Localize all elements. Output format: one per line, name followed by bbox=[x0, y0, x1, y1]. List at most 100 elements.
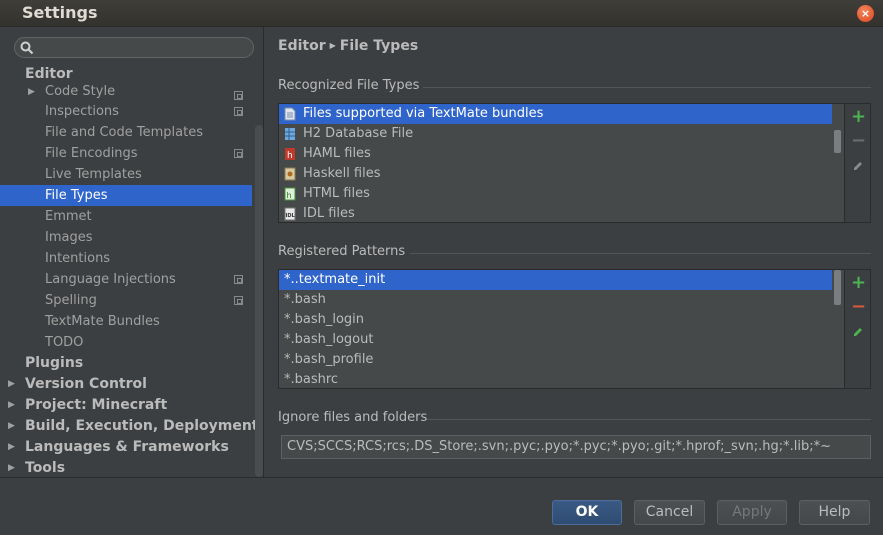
file-types-panel: Editor ▶ File Types Recognized File Types … bbox=[265, 27, 883, 477]
sidebar-item-label: Live Templates bbox=[45, 167, 142, 182]
expand-arrow-icon[interactable]: ▶ bbox=[8, 458, 15, 479]
svg-text:IDL: IDL bbox=[286, 213, 296, 219]
list-item[interactable]: IDL IDL files bbox=[279, 204, 832, 222]
edit-file-type-icon[interactable] bbox=[851, 159, 865, 173]
svg-text:h: h bbox=[287, 191, 292, 200]
sidebar-item-file-encodings[interactable]: File Encodings bbox=[0, 143, 252, 164]
expand-arrow-icon[interactable]: ▶ bbox=[28, 85, 35, 99]
expand-arrow-icon[interactable]: ▶ bbox=[8, 374, 15, 395]
sidebar-item-label: File Encodings bbox=[45, 146, 138, 161]
project-scope-icon bbox=[234, 149, 243, 158]
sidebar-item-build-execution-deployment[interactable]: ▶ Build, Execution, Deployment bbox=[0, 416, 259, 437]
cancel-button[interactable]: Cancel bbox=[634, 500, 705, 525]
expand-arrow-icon[interactable]: ▶ bbox=[8, 395, 15, 416]
sidebar-item-label: Project: Minecraft bbox=[25, 397, 168, 413]
sidebar-item-label: TODO bbox=[45, 335, 84, 350]
sidebar-item-textmate-bundles[interactable]: TextMate Bundles bbox=[0, 311, 252, 332]
sidebar-item-file-and-code-templates[interactable]: File and Code Templates bbox=[0, 122, 252, 143]
help-button[interactable]: Help bbox=[799, 500, 870, 525]
sidebar-item-inspections[interactable]: Inspections bbox=[0, 101, 252, 122]
sidebar-item-intentions[interactable]: Intentions bbox=[0, 248, 252, 269]
sidebar-item-label: Code Style bbox=[45, 84, 116, 99]
project-scope-icon bbox=[234, 107, 243, 116]
breadcrumb-current: File Types bbox=[339, 38, 419, 54]
expand-arrow-icon[interactable]: ▶ bbox=[8, 437, 15, 458]
file-type-label: HTML files bbox=[303, 186, 370, 201]
breadcrumb-arrow-icon: ▶ bbox=[329, 41, 336, 50]
sidebar-item-live-templates[interactable]: Live Templates bbox=[0, 164, 252, 185]
sidebar-item-label: Images bbox=[45, 230, 93, 245]
list-scrollbar[interactable] bbox=[834, 130, 841, 153]
file-type-label: Haskell files bbox=[303, 166, 381, 181]
haml-file-icon: h bbox=[284, 147, 296, 161]
dialog-footer: OK Cancel Apply Help bbox=[0, 477, 883, 535]
sidebar-item-label: Editor bbox=[25, 66, 73, 82]
list-scrollbar[interactable] bbox=[834, 270, 841, 305]
list-item[interactable]: Haskell files bbox=[279, 164, 832, 184]
breadcrumb: Editor ▶ File Types bbox=[278, 38, 418, 54]
file-type-label: HAML files bbox=[303, 146, 371, 161]
sidebar-item-plugins[interactable]: Plugins bbox=[0, 353, 252, 374]
sidebar-item-label: Spelling bbox=[45, 293, 97, 308]
add-file-type-icon[interactable]: + bbox=[851, 108, 866, 126]
list-item[interactable]: *.bash_profile bbox=[279, 350, 832, 370]
list-item[interactable]: *.bash bbox=[279, 290, 832, 310]
sidebar-item-code-style[interactable]: ▶ Code Style bbox=[0, 85, 252, 101]
edit-pattern-icon[interactable] bbox=[851, 325, 865, 339]
remove-pattern-icon[interactable]: − bbox=[851, 298, 866, 316]
idl-file-icon: IDL bbox=[284, 207, 296, 221]
sidebar-item-label: Build, Execution, Deployment bbox=[25, 418, 259, 434]
sidebar-item-project-minecraft[interactable]: ▶ Project: Minecraft bbox=[0, 395, 252, 416]
sidebar-item-file-types[interactable]: File Types bbox=[0, 185, 252, 206]
sidebar-item-label: File Types bbox=[45, 188, 108, 203]
project-scope-icon bbox=[234, 275, 243, 284]
list-item[interactable]: Files supported via TextMate bundles bbox=[279, 104, 832, 124]
project-scope-icon bbox=[234, 91, 243, 100]
sidebar-item-label: Tools bbox=[25, 460, 66, 476]
sidebar-item-label: Intentions bbox=[45, 251, 111, 266]
sidebar-item-label: File and Code Templates bbox=[45, 125, 203, 140]
list-item[interactable]: H2 Database File bbox=[279, 124, 832, 144]
remove-file-type-icon[interactable]: − bbox=[851, 132, 866, 150]
search-field[interactable] bbox=[14, 37, 254, 58]
list-item[interactable]: *.bash_login bbox=[279, 310, 832, 330]
list-item[interactable]: *..textmate_init bbox=[279, 270, 832, 290]
sidebar-item-languages-frameworks[interactable]: ▶ Languages & Frameworks bbox=[0, 437, 252, 458]
close-icon[interactable]: × bbox=[857, 5, 874, 22]
sidebar-item-images[interactable]: Images bbox=[0, 227, 252, 248]
database-file-icon bbox=[284, 127, 296, 141]
title-bar: Settings × bbox=[0, 0, 883, 27]
sidebar-item-label: Language Injections bbox=[45, 272, 176, 287]
sidebar-item-todo[interactable]: TODO bbox=[0, 332, 252, 353]
sidebar-item-label: TextMate Bundles bbox=[45, 314, 160, 329]
html-file-icon: h bbox=[284, 187, 296, 201]
sidebar-item-version-control[interactable]: ▶ Version Control bbox=[0, 374, 252, 395]
project-scope-icon bbox=[234, 296, 243, 305]
registered-patterns-list: *..textmate_init *.bash *.bash_login *.bash… bbox=[278, 269, 871, 389]
recognized-file-types-list: Files supported via TextMate bundles H2 D… bbox=[278, 103, 871, 223]
sidebar-scrollbar[interactable] bbox=[255, 125, 263, 477]
apply-button[interactable]: Apply bbox=[717, 500, 787, 525]
sidebar-item-spelling[interactable]: Spelling bbox=[0, 290, 252, 311]
list-item[interactable]: h HAML files bbox=[279, 144, 832, 164]
sidebar-item-label: Plugins bbox=[25, 355, 84, 371]
divider bbox=[423, 87, 871, 88]
sidebar-item-label: Languages & Frameworks bbox=[25, 439, 229, 455]
file-type-label: Files supported via TextMate bundles bbox=[303, 106, 544, 121]
sidebar-item-tools[interactable]: ▶ Tools bbox=[0, 458, 252, 479]
registered-patterns-label: Registered Patterns bbox=[278, 244, 406, 259]
settings-sidebar: Editor ▶ Code Style Inspections File and Cod… bbox=[0, 27, 264, 477]
list-item[interactable]: h HTML files bbox=[279, 184, 832, 204]
divider bbox=[427, 419, 871, 420]
ok-button[interactable]: OK bbox=[552, 500, 622, 525]
sidebar-item-language-injections[interactable]: Language Injections bbox=[0, 269, 252, 290]
sidebar-item-emmet[interactable]: Emmet bbox=[0, 206, 252, 227]
expand-arrow-icon[interactable]: ▶ bbox=[8, 416, 15, 437]
list-item[interactable]: *.bash_logout bbox=[279, 330, 832, 350]
recognized-file-types-label: Recognized File Types bbox=[278, 78, 420, 93]
file-type-label: IDL files bbox=[303, 206, 355, 221]
list-item[interactable]: *.bashrc bbox=[279, 370, 832, 388]
sidebar-item-editor[interactable]: Editor bbox=[0, 64, 252, 85]
ignore-files-input[interactable]: CVS;SCCS;RCS;rcs;.DS_Store;.svn;.pyc;.py… bbox=[281, 435, 871, 459]
add-pattern-icon[interactable]: + bbox=[851, 274, 866, 292]
